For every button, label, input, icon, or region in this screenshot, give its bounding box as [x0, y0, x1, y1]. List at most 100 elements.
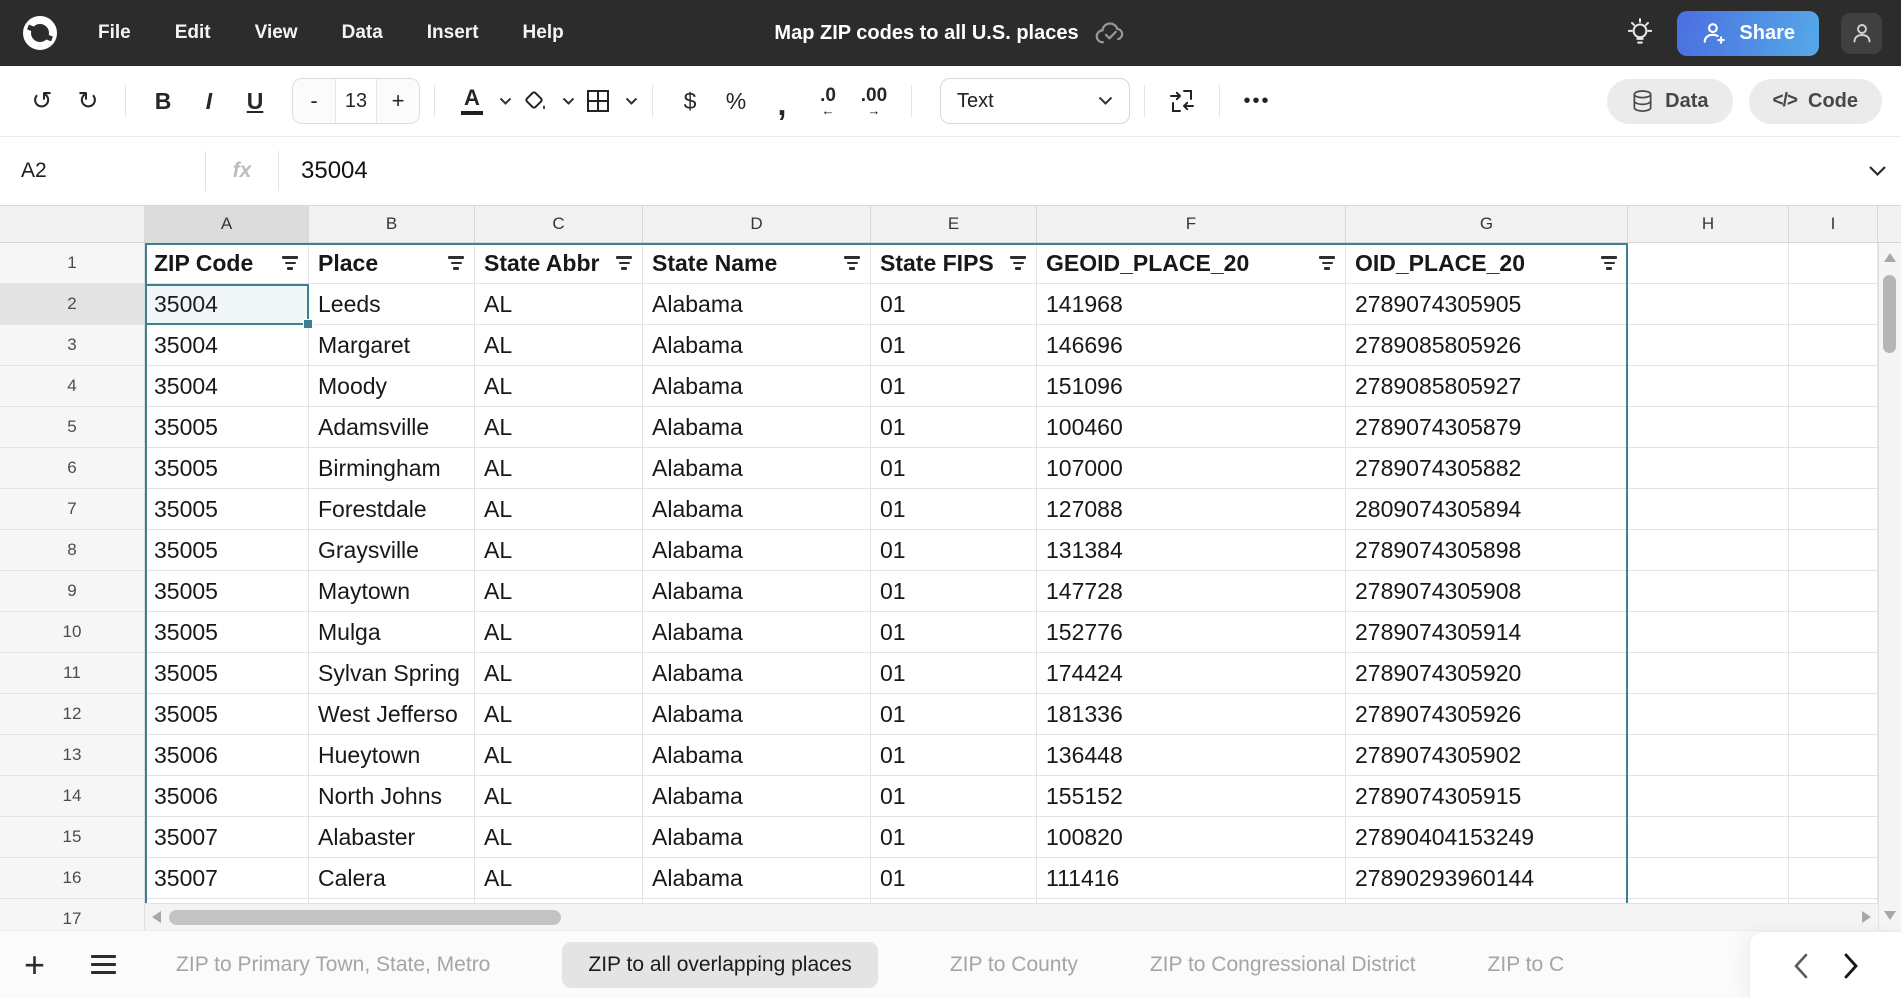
header-cell[interactable]: Place [309, 243, 475, 284]
menu-item-help[interactable]: Help [523, 22, 564, 44]
cell[interactable]: 35006 [145, 776, 309, 817]
cell[interactable]: 35005 [145, 694, 309, 735]
cell[interactable]: 146696 [1037, 325, 1346, 366]
cell[interactable]: AL [475, 817, 643, 858]
fill-handle[interactable] [303, 319, 313, 329]
cell[interactable]: 01 [871, 489, 1037, 530]
cell[interactable]: 2789074305905 [1346, 284, 1628, 325]
cell[interactable] [1789, 571, 1878, 612]
cell[interactable] [1628, 284, 1789, 325]
cell[interactable]: 2789074305908 [1346, 571, 1628, 612]
cell[interactable] [1628, 858, 1789, 899]
formula-input[interactable]: 35004 [279, 157, 1868, 185]
add-sheet-button[interactable]: + [24, 947, 45, 983]
next-sheet-chevron[interactable] [1843, 953, 1859, 979]
previous-sheet-chevron[interactable] [1793, 953, 1809, 979]
column-header-H[interactable]: H [1628, 206, 1789, 242]
row-number-16[interactable]: 16 [0, 858, 145, 899]
sheet-list-menu-button[interactable] [91, 955, 116, 974]
menu-item-file[interactable]: File [98, 22, 131, 44]
column-header-I[interactable]: I [1789, 206, 1878, 242]
undo-button[interactable]: ↺ [19, 78, 65, 124]
cell[interactable]: 100820 [1037, 817, 1346, 858]
cell[interactable]: 131384 [1037, 530, 1346, 571]
cell[interactable]: Calera [309, 858, 475, 899]
header-cell[interactable] [1789, 243, 1878, 284]
cell[interactable] [1628, 571, 1789, 612]
bold-button[interactable]: B [140, 78, 186, 124]
cell[interactable]: Alabama [643, 366, 871, 407]
cell[interactable]: 01 [871, 571, 1037, 612]
row-number-8[interactable]: 8 [0, 530, 145, 571]
cell[interactable]: 01 [871, 653, 1037, 694]
cell[interactable]: West Jefferso [309, 694, 475, 735]
cell[interactable]: 35005 [145, 448, 309, 489]
filter-icon[interactable] [278, 256, 308, 270]
cell[interactable]: Alabama [643, 571, 871, 612]
cell[interactable]: 141968 [1037, 284, 1346, 325]
row-number-13[interactable]: 13 [0, 735, 145, 776]
code-panel-button[interactable]: </> Code [1749, 79, 1882, 124]
currency-format-button[interactable]: $ [667, 78, 713, 124]
filter-icon[interactable] [840, 256, 870, 270]
cell[interactable]: 35005 [145, 571, 309, 612]
cell[interactable]: 2789085805927 [1346, 366, 1628, 407]
cell[interactable] [1789, 817, 1878, 858]
cell[interactable]: 01 [871, 407, 1037, 448]
cell[interactable] [1789, 407, 1878, 448]
cell[interactable]: 01 [871, 448, 1037, 489]
cell[interactable]: 2789085805926 [1346, 325, 1628, 366]
document-title[interactable]: Map ZIP codes to all U.S. places [774, 22, 1078, 45]
filter-icon[interactable] [444, 256, 474, 270]
cell[interactable]: Adamsville [309, 407, 475, 448]
cell[interactable]: 01 [871, 284, 1037, 325]
sheet-tab-5[interactable]: ZIP to C [1488, 953, 1565, 977]
cell[interactable]: AL [475, 735, 643, 776]
cell[interactable]: AL [475, 325, 643, 366]
row-number-10[interactable]: 10 [0, 612, 145, 653]
cell[interactable] [1789, 653, 1878, 694]
sheet-tab-1[interactable]: ZIP to Primary Town, State, Metro [176, 953, 490, 977]
cell[interactable]: AL [475, 612, 643, 653]
cell[interactable]: 152776 [1037, 612, 1346, 653]
cell[interactable] [1789, 448, 1878, 489]
swap-columns-button[interactable] [1159, 78, 1205, 124]
cell[interactable]: 2789074305882 [1346, 448, 1628, 489]
cell[interactable]: Alabama [643, 284, 871, 325]
text-color-dropdown-chevron[interactable] [499, 97, 512, 106]
cell[interactable]: Alabama [643, 776, 871, 817]
cell[interactable] [1789, 366, 1878, 407]
filter-icon[interactable] [1006, 256, 1036, 270]
cell[interactable]: Alabama [643, 858, 871, 899]
cell[interactable]: AL [475, 571, 643, 612]
cell[interactable] [1789, 776, 1878, 817]
cell[interactable]: 35006 [145, 735, 309, 776]
cell[interactable] [1789, 325, 1878, 366]
horizontal-scrollbar[interactable] [145, 903, 1878, 930]
row-number-7[interactable]: 7 [0, 489, 145, 530]
font-size-value[interactable]: 13 [335, 79, 377, 123]
cell[interactable] [1628, 776, 1789, 817]
cell[interactable]: Forestdale [309, 489, 475, 530]
cell[interactable] [1628, 448, 1789, 489]
fill-color-dropdown-chevron[interactable] [562, 97, 575, 106]
column-header-B[interactable]: B [309, 206, 475, 242]
cell[interactable]: 107000 [1037, 448, 1346, 489]
redo-button[interactable]: ↻ [65, 78, 111, 124]
menu-item-edit[interactable]: Edit [175, 22, 211, 44]
cell[interactable]: 01 [871, 366, 1037, 407]
cell[interactable]: Alabama [643, 448, 871, 489]
cell[interactable]: 01 [871, 858, 1037, 899]
cell[interactable] [1628, 489, 1789, 530]
cell[interactable]: 127088 [1037, 489, 1346, 530]
cell[interactable] [1789, 284, 1878, 325]
cell[interactable]: 27890404153249 [1346, 817, 1628, 858]
row-number-9[interactable]: 9 [0, 571, 145, 612]
cell[interactable] [1628, 325, 1789, 366]
cell[interactable]: Margaret [309, 325, 475, 366]
cell[interactable]: Alabama [643, 694, 871, 735]
decrease-decimal-button[interactable]: .0← [805, 78, 851, 124]
cell[interactable] [1628, 653, 1789, 694]
cell[interactable]: 136448 [1037, 735, 1346, 776]
scroll-up-arrow[interactable] [1884, 253, 1896, 262]
